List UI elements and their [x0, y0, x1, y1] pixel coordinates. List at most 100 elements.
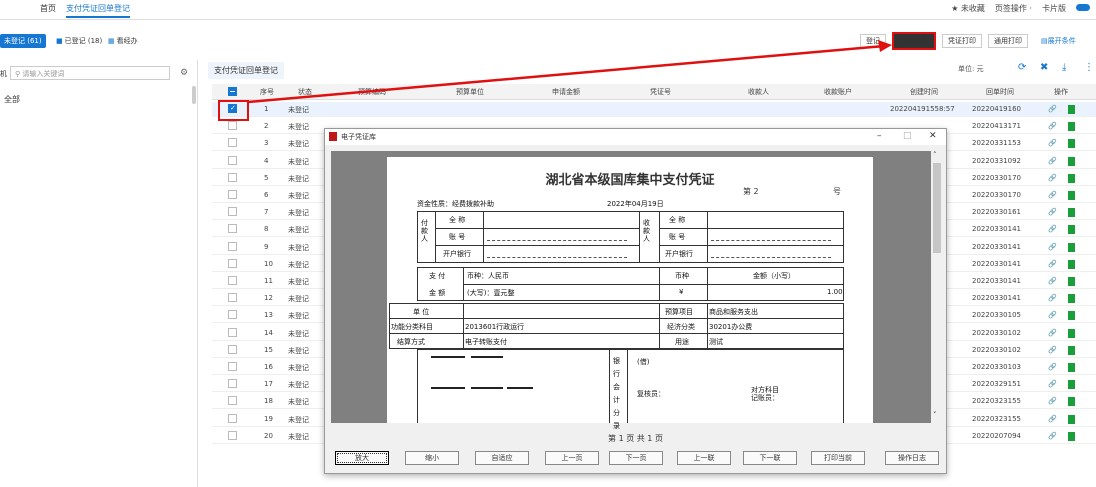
- refresh-icon[interactable]: ⟳: [1018, 62, 1026, 73]
- row-checkbox[interactable]: [228, 362, 237, 371]
- zoom-out-button[interactable]: 缩小: [405, 451, 459, 465]
- row-checkbox[interactable]: [228, 138, 237, 148]
- prev-copy-button[interactable]: 上一联: [677, 451, 731, 465]
- table-row[interactable]: 1 未登记 202204191558:57 20220419160 🔗: [212, 102, 1096, 117]
- link-icon[interactable]: 🔗: [1048, 363, 1057, 371]
- row-checkbox[interactable]: [228, 430, 237, 440]
- col-apply-amount[interactable]: 申请金额: [552, 87, 580, 97]
- general-print-button[interactable]: 通用打印: [988, 34, 1028, 48]
- next-copy-button[interactable]: 下一联: [743, 451, 797, 465]
- document-icon[interactable]: [1068, 173, 1075, 183]
- document-icon[interactable]: [1068, 277, 1075, 286]
- document-icon[interactable]: [1068, 208, 1075, 218]
- link-icon[interactable]: 🔗: [1048, 329, 1057, 337]
- row-checkbox[interactable]: [228, 172, 237, 182]
- expand-conditions-button[interactable]: ▤ 展开条件: [1036, 34, 1081, 48]
- toggle-icon[interactable]: [1076, 4, 1090, 11]
- row-checkbox[interactable]: [228, 241, 237, 251]
- row-checkbox[interactable]: [228, 413, 237, 423]
- link-icon[interactable]: 🔗: [1048, 122, 1057, 130]
- document-icon[interactable]: [1068, 105, 1075, 114]
- col-budget-unit[interactable]: 预算单位: [456, 87, 484, 97]
- row-checkbox[interactable]: [228, 224, 237, 234]
- document-icon[interactable]: [1068, 294, 1075, 304]
- col-payee-account[interactable]: 收款账户: [824, 87, 852, 97]
- favorite-toggle[interactable]: ★ 未收藏: [951, 3, 985, 14]
- maximize-icon[interactable]: □: [903, 131, 912, 141]
- document-icon[interactable]: [1068, 139, 1075, 149]
- link-icon[interactable]: 🔗: [1048, 157, 1057, 165]
- minimize-icon[interactable]: –: [877, 131, 882, 141]
- document-icon[interactable]: [1068, 311, 1075, 321]
- link-icon[interactable]: 🔗: [1048, 105, 1057, 113]
- row-checkbox[interactable]: [228, 344, 237, 354]
- document-icon[interactable]: [1068, 191, 1075, 200]
- scroll-down-icon[interactable]: ˅: [933, 411, 937, 419]
- document-icon[interactable]: [1068, 259, 1075, 269]
- row-checkbox[interactable]: [228, 293, 237, 303]
- row-checkbox[interactable]: [228, 258, 237, 268]
- col-status[interactable]: 状态: [298, 87, 312, 97]
- link-icon[interactable]: 🔗: [1048, 139, 1057, 147]
- link-icon[interactable]: 🔗: [1048, 208, 1057, 216]
- link-icon[interactable]: 🔗: [1048, 432, 1057, 440]
- tab-ops-menu[interactable]: 页签操作 ·: [995, 3, 1032, 14]
- col-budget-code[interactable]: 预算编码: [358, 87, 386, 97]
- link-icon[interactable]: 🔗: [1048, 191, 1057, 199]
- scroll-thumb[interactable]: [933, 163, 941, 253]
- register-button[interactable]: 登记: [860, 34, 886, 48]
- row-checkbox[interactable]: [228, 396, 237, 406]
- document-icon[interactable]: [1068, 345, 1075, 355]
- document-icon[interactable]: [1068, 122, 1075, 132]
- row-checkbox[interactable]: [228, 207, 237, 217]
- document-icon[interactable]: [1068, 242, 1075, 252]
- prev-page-button[interactable]: 上一页: [545, 451, 599, 465]
- row-checkbox[interactable]: [228, 276, 237, 285]
- zoom-in-button[interactable]: 放大: [335, 451, 389, 465]
- print-current-button[interactable]: 打印当前: [811, 451, 865, 465]
- col-create-time[interactable]: 创建时间: [910, 87, 938, 97]
- gear-icon[interactable]: ⚙: [180, 68, 188, 78]
- operation-log-button[interactable]: 操作日志: [885, 451, 939, 465]
- document-icon[interactable]: [1068, 380, 1075, 390]
- link-icon[interactable]: 🔗: [1048, 225, 1057, 233]
- document-icon[interactable]: [1068, 414, 1075, 424]
- link-icon[interactable]: 🔗: [1048, 294, 1057, 302]
- col-receipt-time[interactable]: 回单时间: [986, 87, 1014, 97]
- voucher-print-button[interactable]: 凭证打印: [942, 34, 982, 48]
- link-icon[interactable]: 🔗: [1048, 415, 1057, 423]
- row-checkbox[interactable]: [228, 379, 237, 389]
- columns-icon[interactable]: ⋮: [1084, 62, 1094, 73]
- link-icon[interactable]: 🔗: [1048, 346, 1057, 354]
- tab-watch-handled[interactable]: ▦ 看经办: [104, 34, 142, 48]
- document-icon[interactable]: [1068, 156, 1075, 166]
- select-all-checkbox[interactable]: [228, 87, 237, 96]
- col-no[interactable]: 序号: [260, 87, 274, 97]
- fit-button[interactable]: 自适应: [475, 451, 529, 465]
- document-icon[interactable]: [1068, 363, 1075, 372]
- tab-unregistered[interactable]: 未登记 (61): [0, 34, 46, 48]
- link-icon[interactable]: 🔗: [1048, 260, 1057, 268]
- link-icon[interactable]: 🔗: [1048, 311, 1057, 319]
- fullscreen-icon[interactable]: ✖: [1040, 62, 1048, 73]
- unit-select[interactable]: 单位: 元: [958, 64, 984, 74]
- document-icon[interactable]: [1068, 328, 1075, 338]
- row-checkbox[interactable]: [228, 155, 237, 165]
- row-checkbox[interactable]: [228, 190, 237, 199]
- document-icon[interactable]: [1068, 397, 1075, 407]
- tree-search-input[interactable]: ⚲ 请输入关键词: [10, 66, 170, 80]
- link-icon[interactable]: 🔗: [1048, 380, 1057, 388]
- viewer-scrollbar[interactable]: ˄ ˅: [931, 151, 943, 423]
- row-checkbox[interactable]: [228, 310, 237, 320]
- close-icon[interactable]: ✕: [929, 131, 937, 141]
- tree-root-all[interactable]: 全部: [4, 94, 20, 105]
- row-checkbox[interactable]: [228, 327, 237, 337]
- scroll-up-icon[interactable]: ˄: [933, 151, 937, 159]
- link-icon[interactable]: 🔗: [1048, 277, 1057, 285]
- voucher-view-button[interactable]: 凭证查看: [892, 32, 936, 50]
- nav-home[interactable]: 首页: [40, 3, 56, 14]
- row-checkbox[interactable]: [228, 121, 237, 131]
- col-voucher-no[interactable]: 凭证号: [650, 87, 671, 97]
- tree-scrollbar[interactable]: [192, 86, 196, 104]
- next-page-button[interactable]: 下一页: [609, 451, 663, 465]
